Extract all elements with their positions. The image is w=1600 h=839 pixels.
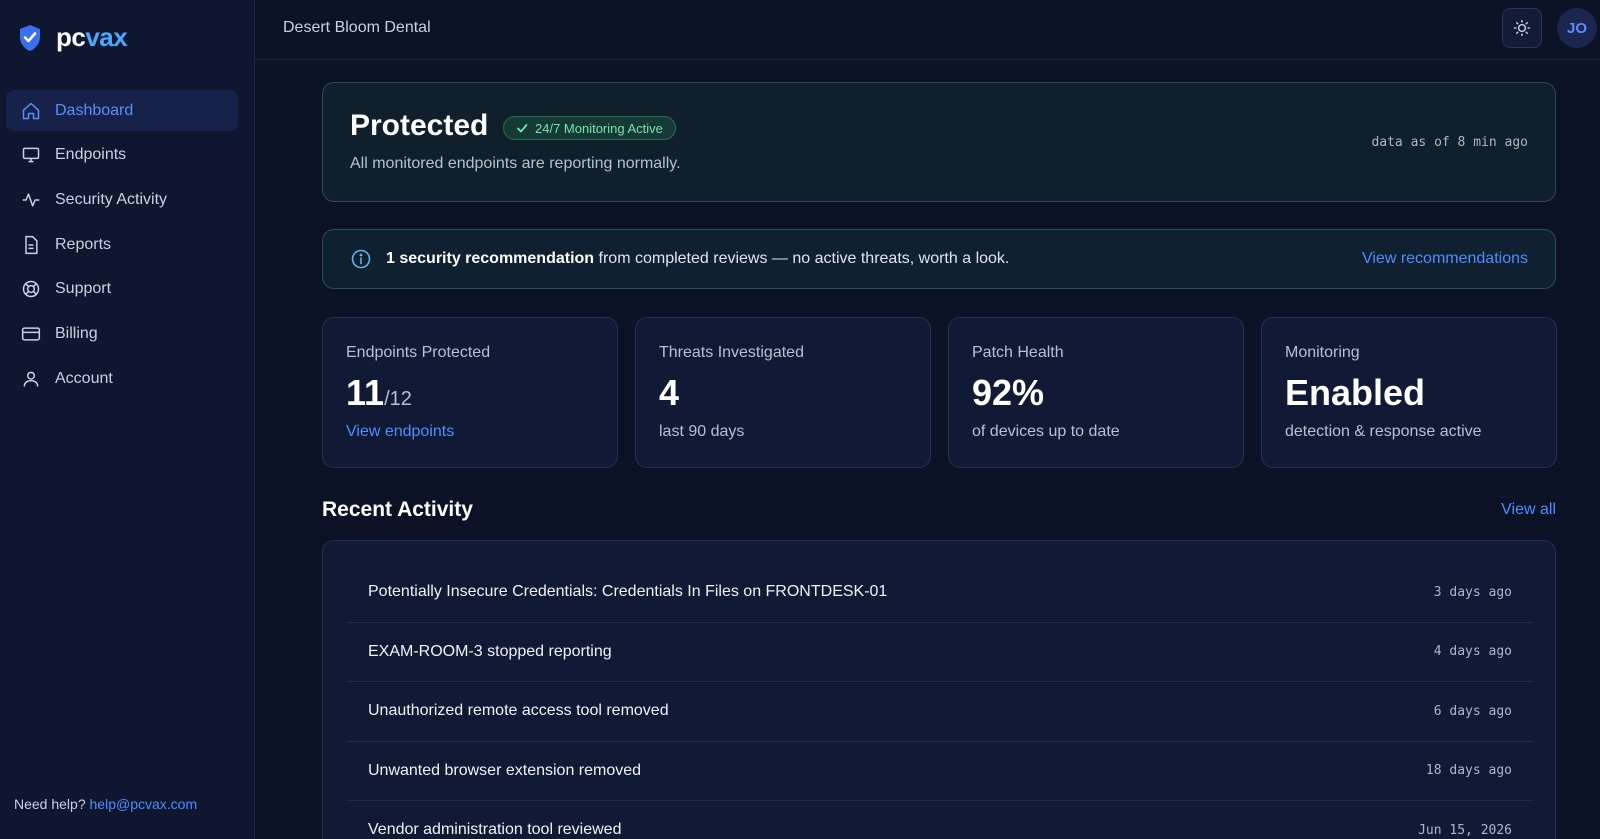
- stat-value-total: /12: [384, 388, 412, 410]
- logo[interactable]: pcvax: [18, 22, 128, 53]
- activity-row[interactable]: EXAM-ROOM-3 stopped reporting 4 days ago: [346, 623, 1534, 682]
- organization-name: Desert Bloom Dental: [283, 19, 431, 36]
- status-title: Protected: [350, 109, 489, 142]
- activity-list: Potentially Insecure Credentials: Creden…: [346, 563, 1534, 839]
- sidebar-item-label: Dashboard: [55, 101, 134, 119]
- stat-sub: of devices up to date: [972, 423, 1120, 440]
- view-endpoints-link[interactable]: View endpoints: [346, 423, 454, 441]
- activity-row[interactable]: Unwanted browser extension removed 18 da…: [346, 742, 1534, 801]
- sidebar-item-label: Support: [55, 280, 112, 298]
- activity-row[interactable]: Unauthorized remote access tool removed …: [346, 682, 1534, 742]
- activity-title: Vendor administration tool reviewed: [368, 821, 622, 839]
- sidebar-item-label: Endpoints: [55, 146, 127, 164]
- recommendation-text: 1 security recommendation from completed…: [386, 250, 1009, 268]
- home-icon: [22, 102, 40, 119]
- stat-label: Monitoring: [1285, 344, 1360, 361]
- activity-time: 3 days ago: [1433, 584, 1512, 600]
- check-icon: [517, 124, 528, 133]
- stat-label: Endpoints Protected: [346, 344, 491, 361]
- sidebar-item-billing[interactable]: Billing: [6, 313, 238, 354]
- recommendation-banner: 1 security recommendation from completed…: [322, 229, 1556, 289]
- activity-icon: [22, 193, 40, 207]
- recent-activity-title: Recent Activity: [322, 498, 473, 521]
- sidebar-item-label: Security Activity: [55, 190, 168, 208]
- protection-status-card: Protected 24/7 Monitoring Active All mon…: [322, 82, 1556, 202]
- document-icon: [25, 235, 38, 254]
- sidebar-item-account[interactable]: Account: [6, 358, 238, 399]
- activity-title: Potentially Insecure Credentials: Creden…: [368, 583, 888, 601]
- theme-toggle-button[interactable]: [1502, 8, 1542, 48]
- monitor-icon: [22, 147, 40, 163]
- stat-value-main: 11: [346, 372, 385, 413]
- stat-value: Enabled: [1285, 372, 1426, 413]
- stat-card-monitoring: Monitoring Enabled detection & response …: [1261, 317, 1557, 468]
- status-badge-label: 24/7 Monitoring Active: [535, 120, 663, 136]
- help-email-link[interactable]: help@pcvax.com: [90, 796, 198, 812]
- brand-suffix: vax: [85, 22, 128, 52]
- sidebar-item-label: Billing: [55, 324, 98, 342]
- activity-row[interactable]: Vendor administration tool reviewed Jun …: [346, 801, 1534, 839]
- activity-time: 6 days ago: [1433, 703, 1512, 719]
- sun-icon: [1513, 19, 1531, 37]
- activity-title: EXAM-ROOM-3 stopped reporting: [368, 642, 612, 660]
- recommendation-count: 1 security recommendation: [386, 250, 595, 267]
- sidebar-nav: Dashboard Endpoints Security Activity Re…: [6, 90, 238, 403]
- info-icon: [351, 249, 371, 269]
- help-text: Need help?: [14, 796, 86, 812]
- sidebar-item-dashboard[interactable]: Dashboard: [6, 90, 238, 131]
- sidebar: pcvax Dashboard Endpoints Security Activ…: [0, 0, 255, 839]
- stat-label: Patch Health: [972, 344, 1064, 361]
- sidebar-item-support[interactable]: Support: [6, 269, 238, 310]
- shield-logo-icon: [20, 24, 40, 51]
- activity-time: Jun 15, 2026: [1418, 822, 1512, 838]
- stat-value: 4: [659, 372, 680, 413]
- brand-prefix: pc: [56, 22, 86, 52]
- top-bar: Desert Bloom Dental JO: [255, 0, 1600, 60]
- status-subtitle: All monitored endpoints are reporting no…: [350, 155, 681, 172]
- recent-activity-card: Potentially Insecure Credentials: Creden…: [322, 540, 1556, 839]
- stat-sub: last 90 days: [659, 423, 745, 440]
- stat-value: 11/12: [346, 372, 412, 414]
- sidebar-item-label: Reports: [55, 235, 112, 253]
- sidebar-item-reports[interactable]: Reports: [6, 224, 238, 265]
- stat-card-threats: Threats Investigated 4 last 90 days: [635, 317, 931, 468]
- stat-card-endpoints: Endpoints Protected 11/12 View endpoints: [322, 317, 618, 468]
- stat-label: Threats Investigated: [659, 344, 804, 361]
- stat-value: 92%: [972, 372, 1045, 413]
- view-all-link[interactable]: View all: [1501, 501, 1556, 519]
- monitoring-status-badge: 24/7 Monitoring Active: [503, 116, 676, 140]
- sidebar-item-label: Account: [55, 369, 113, 387]
- credit-card-icon: [21, 327, 41, 341]
- activity-time: 4 days ago: [1433, 644, 1512, 660]
- recommendation-detail: from completed reviews — no active threa…: [594, 250, 1010, 267]
- data-freshness: data as of 8 min ago: [1371, 135, 1528, 150]
- stat-sub: detection & response active: [1285, 423, 1482, 440]
- help-footer: Need help? help@pcvax.com: [14, 796, 197, 812]
- activity-time: 18 days ago: [1425, 763, 1512, 779]
- lifebuoy-icon: [22, 281, 40, 298]
- avatar[interactable]: JO: [1557, 8, 1597, 48]
- stat-card-patch-health: Patch Health 92% of devices up to date: [948, 317, 1244, 468]
- brand-name: pcvax: [56, 22, 128, 53]
- activity-title: Unwanted browser extension removed: [368, 761, 642, 779]
- activity-title: Unauthorized remote access tool removed: [368, 702, 669, 720]
- sidebar-item-security-activity[interactable]: Security Activity: [6, 179, 238, 220]
- activity-row[interactable]: Potentially Insecure Credentials: Creden…: [346, 563, 1534, 623]
- view-recommendations-link[interactable]: View recommendations: [1362, 250, 1528, 268]
- user-icon: [23, 371, 39, 387]
- sidebar-item-endpoints[interactable]: Endpoints: [6, 135, 238, 176]
